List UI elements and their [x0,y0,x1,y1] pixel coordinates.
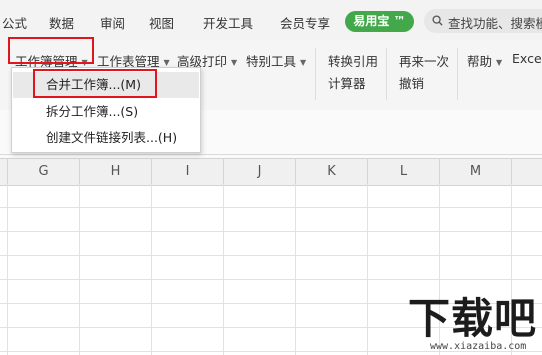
column-header-h[interactable]: H [80,159,152,185]
create-file-link-list-menu-item[interactable]: 创建文件链接列表...(H) [13,125,199,151]
chevron-down-icon: ▼ [300,58,307,67]
highlight-box-workbook-mgmt [8,37,94,64]
column-headers: G H I J K L M [0,158,542,186]
menu-formulas[interactable]: 公式 [2,13,27,32]
divider [0,154,542,155]
column-header-j[interactable]: J [224,159,296,185]
grid-line [295,184,296,355]
highlight-box-merge-workbook [33,69,157,98]
menu-member[interactable]: 会员专享 [280,13,330,32]
column-header-partial[interactable] [512,159,542,185]
grid-line [0,255,542,256]
chevron-down-icon: ▼ [496,58,503,67]
redo-once-button[interactable]: 再来一次 [399,51,449,70]
ribbon-divider [457,48,458,100]
chevron-down-icon: ▼ [231,58,238,67]
split-workbook-menu-item[interactable]: 拆分工作簿...(S) [13,99,199,125]
top-menu-bar: 公式 数据 审阅 视图 开发工具 会员专享 易用宝 ™ 查找功能、搜索模 [0,0,542,40]
column-header-m[interactable]: M [440,159,512,185]
menu-view[interactable]: 视图 [149,13,174,32]
chevron-down-icon: ▼ [163,58,170,67]
grid-line [367,184,368,355]
ribbon-divider [315,48,316,100]
watermark-url: www.xiazaiba.com [430,341,527,352]
grid-line [0,231,542,232]
grid-line [151,184,152,355]
undo-button[interactable]: 撤销 [399,73,424,92]
help-label: 帮助 [467,54,493,69]
watermark-logo: 下载吧 www.xiazaiba.com [400,295,542,355]
ribbon-divider [386,48,387,100]
search-icon [432,15,443,26]
menu-data[interactable]: 数据 [49,13,74,32]
special-tools-button[interactable]: 特别工具 ▼ [246,51,306,70]
column-header-partial[interactable] [0,159,8,185]
special-tools-label: 特别工具 [246,54,297,69]
column-header-k[interactable]: K [296,159,368,185]
calculator-button[interactable]: 计算器 [328,73,366,92]
grid-line [79,184,80,355]
column-header-l[interactable]: L [368,159,440,185]
watermark-logo-text: 下载吧 [408,294,538,343]
help-button[interactable]: 帮助 ▼ [467,51,502,70]
column-header-i[interactable]: I [152,159,224,185]
convert-ref-button[interactable]: 转换引用 [328,51,378,70]
search-placeholder: 查找功能、搜索模 [448,16,542,31]
grid-line [7,184,8,355]
column-header-g[interactable]: G [8,159,80,185]
excel-button[interactable]: Excel [512,51,542,66]
grid-line [223,184,224,355]
search-box[interactable]: 查找功能、搜索模 [424,9,542,33]
grid-line [0,207,542,208]
promo-tab-button[interactable]: 易用宝 ™ [345,11,414,32]
menu-developer[interactable]: 开发工具 [203,13,253,32]
grid-line [0,279,542,280]
menu-review[interactable]: 审阅 [100,13,125,32]
